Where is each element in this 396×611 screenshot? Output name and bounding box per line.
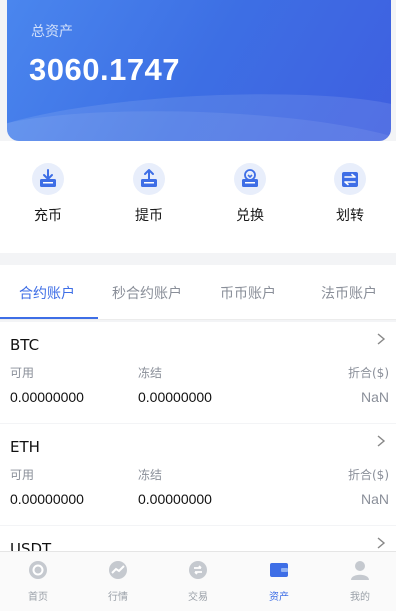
converted-label: 折合($) (348, 468, 389, 482)
exchange-label: 兑换 (236, 208, 264, 224)
nav-market[interactable]: 行情 (88, 558, 148, 608)
nav-profile[interactable]: 我的 (330, 558, 390, 608)
chevron-right-icon (377, 537, 386, 549)
deposit-icon (32, 163, 64, 195)
transfer-label: 划转 (336, 208, 364, 224)
nav-home-label: 首页 (28, 592, 48, 603)
frozen-value: 0.00000000 (138, 491, 212, 507)
trade-icon (189, 561, 207, 579)
tab-spot-account[interactable]: 币币账户 (220, 283, 276, 303)
nav-trade-label: 交易 (188, 592, 208, 603)
total-assets-card: 总资产 3060.1747 (7, 0, 391, 141)
frozen-label: 冻结 (138, 468, 163, 482)
nav-trade[interactable]: 交易 (168, 558, 228, 608)
withdraw-icon (133, 163, 165, 195)
bottom-navigation: 首页 行情 交易 资产 我的 (0, 551, 396, 611)
deposit-label: 充币 (34, 208, 62, 224)
account-name: ETH (10, 438, 40, 456)
transfer-icon (334, 163, 366, 195)
wallet-icon (270, 563, 288, 577)
tab-fiat-account[interactable]: 法币账户 (321, 283, 377, 303)
transfer-button[interactable]: 划转 (315, 163, 385, 233)
converted-value: NaN (360, 389, 389, 405)
exchange-button[interactable]: 兑换 (215, 163, 285, 233)
frozen-label: 冻结 (138, 366, 163, 380)
available-value: 0.00000000 (10, 389, 84, 405)
nav-profile-label: 我的 (350, 592, 370, 603)
exchange-icon (234, 163, 266, 195)
frozen-value: 0.00000000 (138, 389, 212, 405)
deposit-button[interactable]: 充币 (13, 163, 83, 233)
total-assets-value: 3060.1747 (29, 52, 181, 87)
nav-market-label: 行情 (108, 592, 128, 603)
profile-icon (351, 561, 369, 580)
nav-assets[interactable]: 资产 (249, 558, 309, 608)
converted-value: NaN (360, 491, 389, 507)
available-value: 0.00000000 (10, 491, 84, 507)
account-row-eth[interactable]: ETH 可用 冻结 折合($) 0.00000000 0.00000000 Na… (0, 424, 396, 525)
converted-label: 折合($) (348, 366, 389, 380)
available-label: 可用 (10, 366, 35, 380)
withdraw-label: 提币 (135, 208, 163, 224)
available-label: 可用 (10, 468, 35, 482)
tab-second-contract-account[interactable]: 秒合约账户 (112, 283, 182, 303)
chevron-right-icon (377, 435, 386, 447)
account-row-btc[interactable]: BTC 可用 冻结 折合($) 0.00000000 0.00000000 Na… (0, 322, 396, 423)
account-name: BTC (10, 336, 40, 354)
nav-home[interactable]: 首页 (8, 558, 68, 608)
home-icon (29, 561, 47, 579)
nav-assets-label: 资产 (269, 592, 289, 603)
withdraw-button[interactable]: 提币 (114, 163, 184, 233)
action-row: 充币 提币 兑换 划转 (0, 141, 396, 253)
account-tabs: 合约账户 秒合约账户 币币账户 法币账户 (0, 265, 396, 320)
chevron-right-icon (377, 333, 386, 345)
tab-contract-account[interactable]: 合约账户 (19, 283, 75, 303)
active-tab-indicator (0, 317, 98, 319)
market-icon (109, 561, 127, 579)
total-assets-label: 总资产 (31, 24, 73, 40)
